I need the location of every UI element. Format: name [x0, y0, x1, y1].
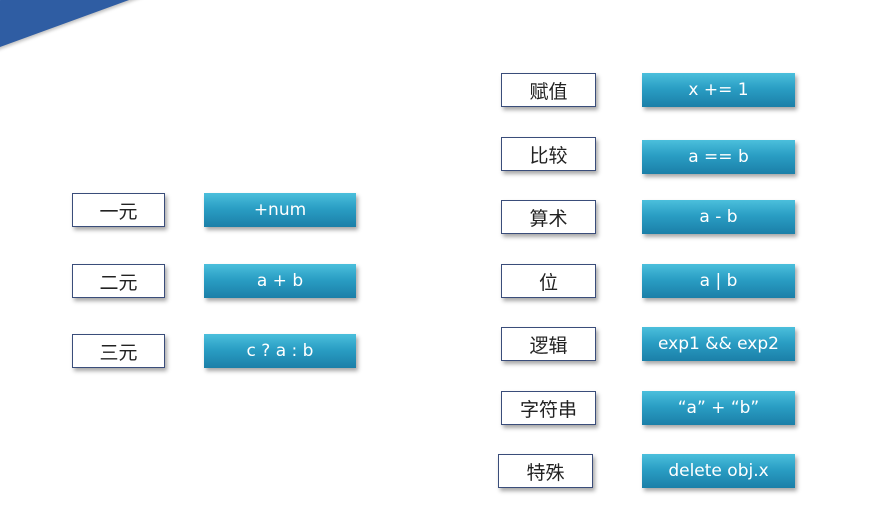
- label-assignment: 赋值: [501, 73, 596, 107]
- label-arithmetic: 算术: [501, 200, 596, 234]
- example-comparison: a == b: [642, 140, 795, 174]
- label-special: 特殊: [498, 454, 593, 488]
- label-ternary: 三元: [72, 334, 165, 368]
- example-string: “a” + “b”: [642, 391, 795, 425]
- label-binary: 二元: [72, 264, 165, 298]
- example-bitwise: a | b: [642, 264, 795, 298]
- example-assignment: x += 1: [642, 73, 795, 107]
- label-comparison: 比较: [501, 137, 596, 171]
- label-unary: 一元: [72, 193, 165, 227]
- label-bitwise: 位: [501, 264, 596, 298]
- example-ternary: c ? a : b: [204, 334, 356, 368]
- label-logical: 逻辑: [501, 327, 596, 361]
- example-special: delete obj.x: [642, 454, 795, 488]
- label-string: 字符串: [501, 391, 596, 425]
- example-binary: a + b: [204, 264, 356, 298]
- example-arithmetic: a - b: [642, 200, 795, 234]
- example-logical: exp1 && exp2: [642, 327, 795, 361]
- example-unary: +num: [204, 193, 356, 227]
